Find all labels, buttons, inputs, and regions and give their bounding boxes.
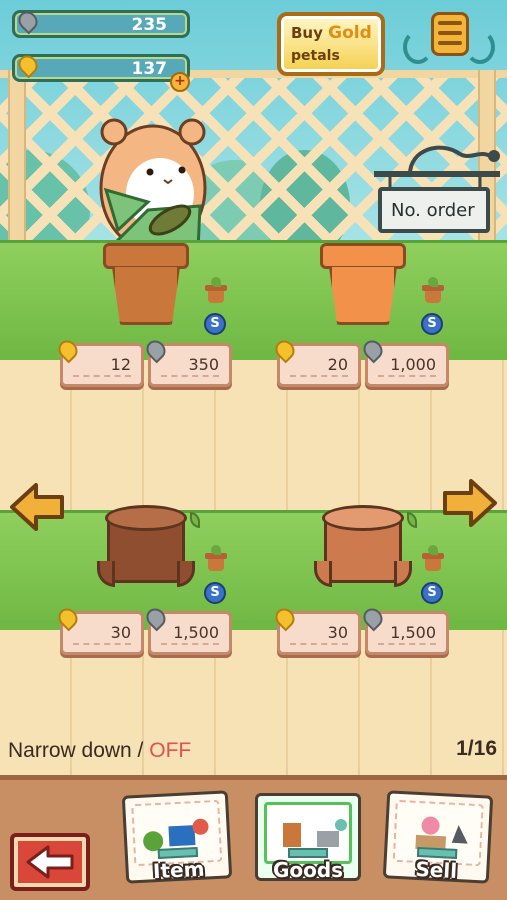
gold-price-tag[interactable]: 12 [54, 336, 144, 387]
menu-icon [431, 12, 469, 56]
petals-label: petals [291, 48, 340, 64]
tree-stump-dark[interactable] [97, 505, 195, 587]
narrow-down-filter[interactable]: Narrow down / OFF [8, 739, 191, 763]
silver-price-tag[interactable]: 1,000 [359, 336, 449, 387]
item-tab[interactable]: Item [121, 790, 233, 884]
laurel-right-icon [465, 30, 495, 64]
size-badge: S [204, 313, 226, 335]
fence-post [8, 70, 26, 260]
silver-price: 350 [188, 355, 219, 374]
size-badge: S [421, 582, 443, 604]
right-arrow-icon[interactable] [441, 478, 499, 528]
buy-label: Buy [291, 24, 323, 42]
pot-category-icon [205, 277, 227, 305]
silver-price-tag[interactable]: 350 [142, 336, 232, 387]
terracotta-pot-dark[interactable] [103, 243, 189, 325]
left-arrow-icon[interactable] [8, 482, 66, 532]
page-indicator: 1/16 [456, 737, 497, 760]
back-button[interactable] [10, 833, 90, 891]
gold-price: 12 [110, 355, 131, 374]
tree-stump-light[interactable] [314, 505, 412, 587]
sell-tab-label: Sell [414, 856, 458, 884]
size-badge: S [421, 313, 443, 335]
back-arrow-icon [26, 845, 74, 879]
silver-petal-icon [14, 7, 42, 35]
gold-petal-count: 137 [131, 59, 168, 79]
silver-price: 1,500 [173, 623, 219, 642]
goods-tab[interactable]: Goods [255, 793, 361, 882]
silver-price-tag[interactable]: 1,500 [142, 604, 232, 655]
pot-category-icon [205, 545, 227, 573]
hamster-shopkeeper [99, 118, 207, 250]
buy-gold-petals-button[interactable]: Buy Gold petals [277, 12, 385, 76]
goods-tab-label: Goods [272, 858, 344, 882]
terracotta-pot-light[interactable] [320, 243, 406, 325]
silver-price: 1,000 [390, 355, 436, 374]
sign-label: No. order [391, 200, 475, 221]
gold-price-tag[interactable]: 30 [54, 604, 144, 655]
menu-button[interactable] [403, 10, 495, 72]
no-order-sign[interactable]: No. order [378, 187, 490, 233]
gold-price-tag[interactable]: 20 [271, 336, 361, 387]
size-badge: S [204, 582, 226, 604]
gold-label: Gold [328, 23, 372, 43]
silver-petal-counter: 235 [12, 7, 190, 38]
narrow-down-label: Narrow down / [8, 739, 144, 762]
laurel-left-icon [403, 30, 433, 64]
sell-tab[interactable]: Sell [382, 790, 494, 884]
narrow-down-state: OFF [149, 739, 192, 762]
pot-category-icon [422, 277, 444, 305]
silver-price-tag[interactable]: 1,500 [359, 604, 449, 655]
gold-petal-counter: 137 [12, 51, 190, 82]
gold-price: 20 [327, 355, 348, 374]
gold-price: 30 [110, 623, 131, 642]
pot-category-icon [422, 545, 444, 573]
silver-petal-count: 235 [131, 15, 168, 35]
add-gold-button[interactable]: + [170, 72, 190, 92]
sign-bracket [374, 145, 500, 190]
gold-price: 30 [327, 623, 348, 642]
item-tab-label: Item [152, 856, 206, 884]
silver-price: 1,500 [390, 623, 436, 642]
gold-price-tag[interactable]: 30 [271, 604, 361, 655]
gold-petal-icon [14, 51, 42, 79]
